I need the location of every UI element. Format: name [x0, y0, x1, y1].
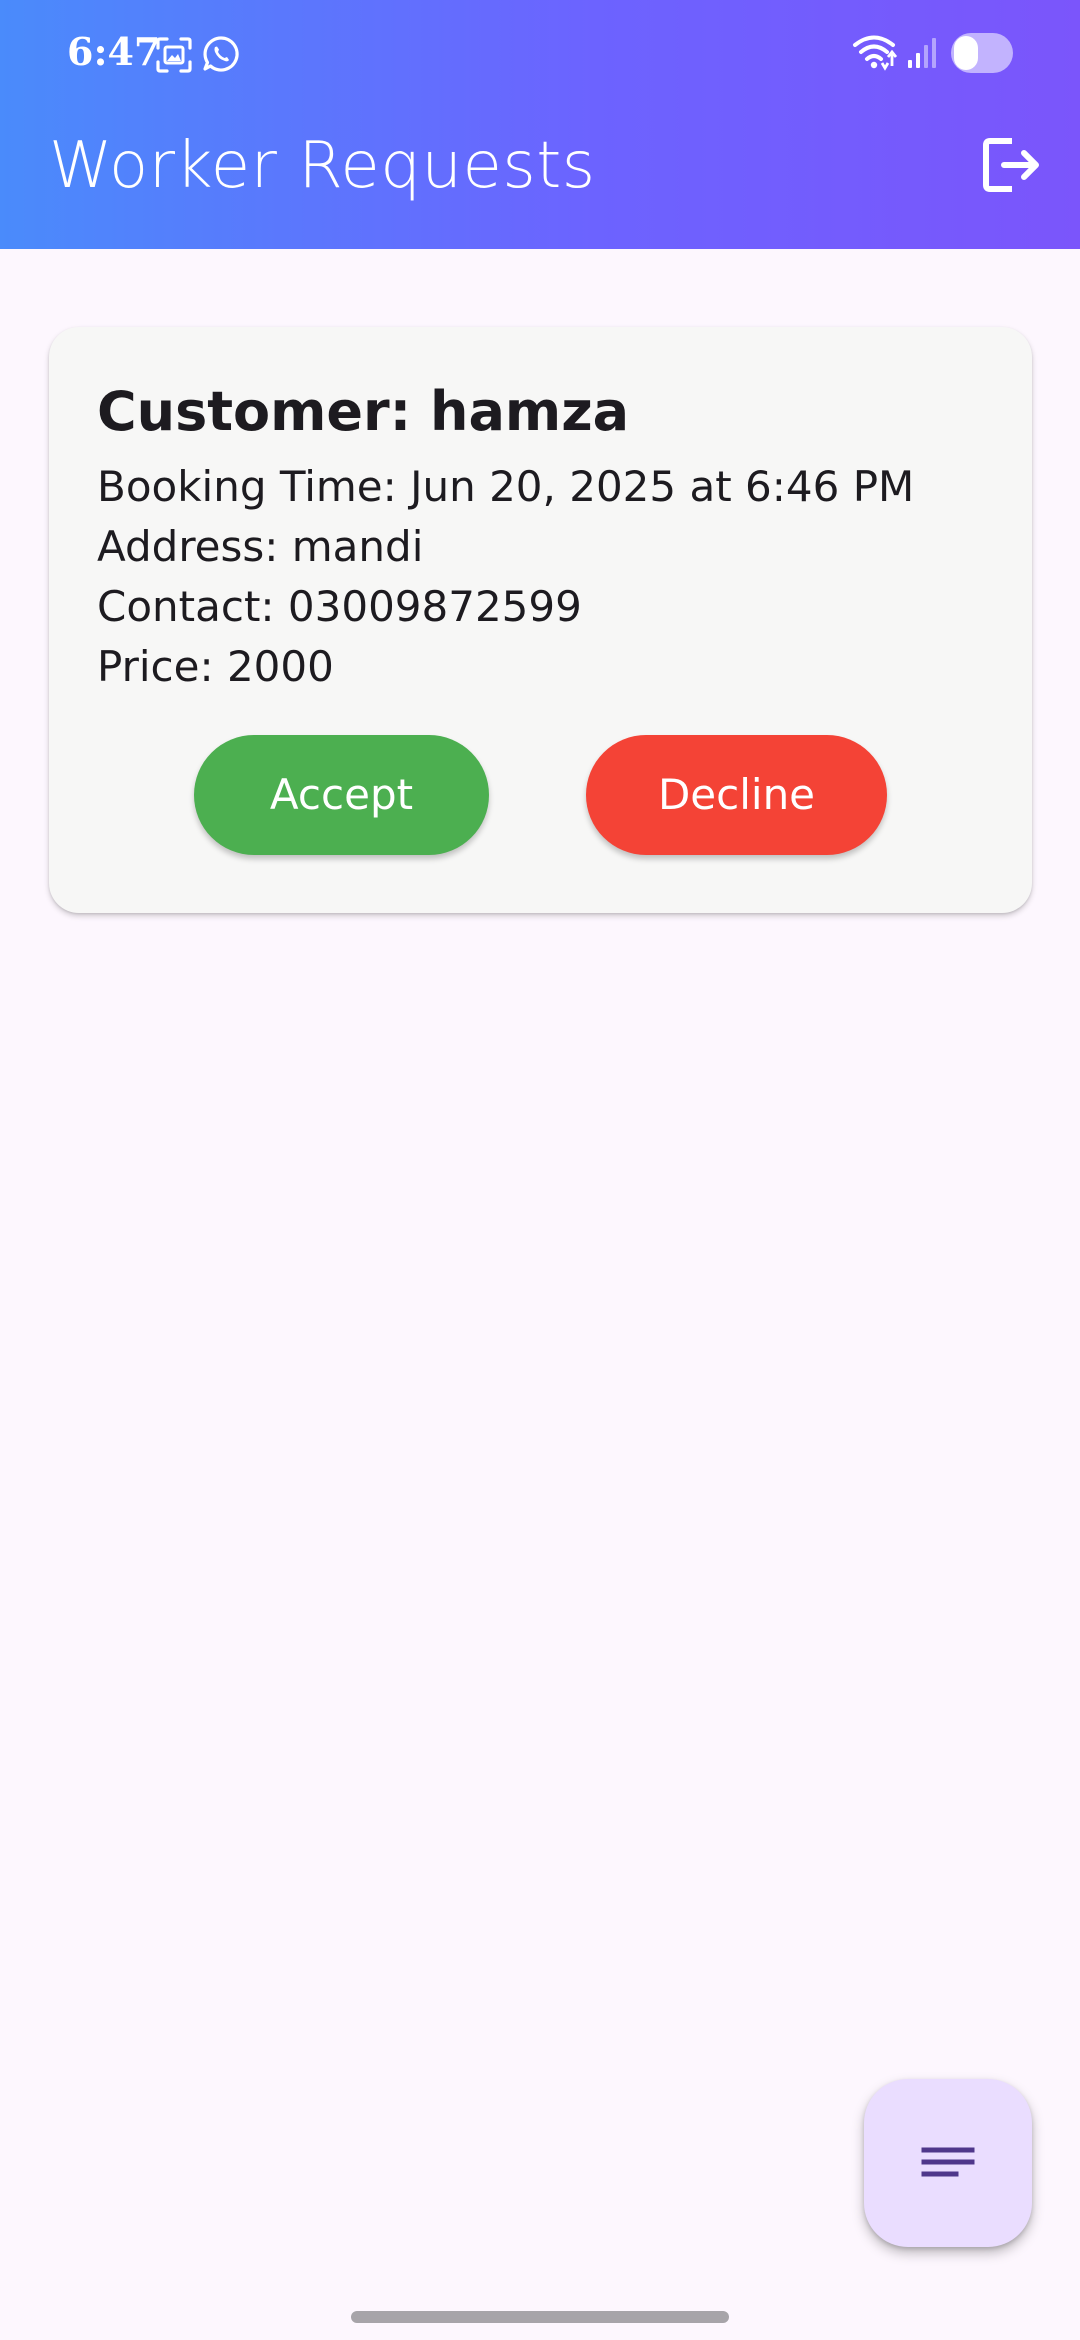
accept-button[interactable]: Accept — [194, 735, 489, 855]
signal-icon — [908, 38, 936, 68]
booking-time: Booking Time: Jun 20, 2025 at 6:46 PM — [97, 462, 915, 511]
screenshot-icon — [156, 37, 192, 73]
toggle-icon — [951, 33, 1013, 73]
status-time: 6:47 — [67, 29, 161, 74]
contact: Contact: 03009872599 — [97, 582, 582, 631]
customer-name: Customer: hamza — [97, 380, 630, 443]
address: Address: mandi — [97, 522, 424, 571]
status-bar: 6:47 — [0, 0, 1080, 104]
logout-button[interactable] — [970, 125, 1050, 205]
wifi-icon — [853, 35, 898, 71]
page-title: Worker Requests — [49, 129, 596, 203]
menu-fab-button[interactable] — [864, 2079, 1032, 2247]
whatsapp-icon — [203, 36, 239, 72]
logout-icon — [983, 138, 1039, 192]
decline-button[interactable]: Decline — [586, 735, 887, 855]
menu-lines-icon — [921, 2147, 975, 2177]
price: Price: 2000 — [97, 642, 334, 691]
home-indicator[interactable] — [351, 2311, 729, 2323]
request-card: Customer: hamza Booking Time: Jun 20, 20… — [49, 327, 1032, 913]
app-bar: 6:47 Worker Requests — [0, 0, 1080, 249]
